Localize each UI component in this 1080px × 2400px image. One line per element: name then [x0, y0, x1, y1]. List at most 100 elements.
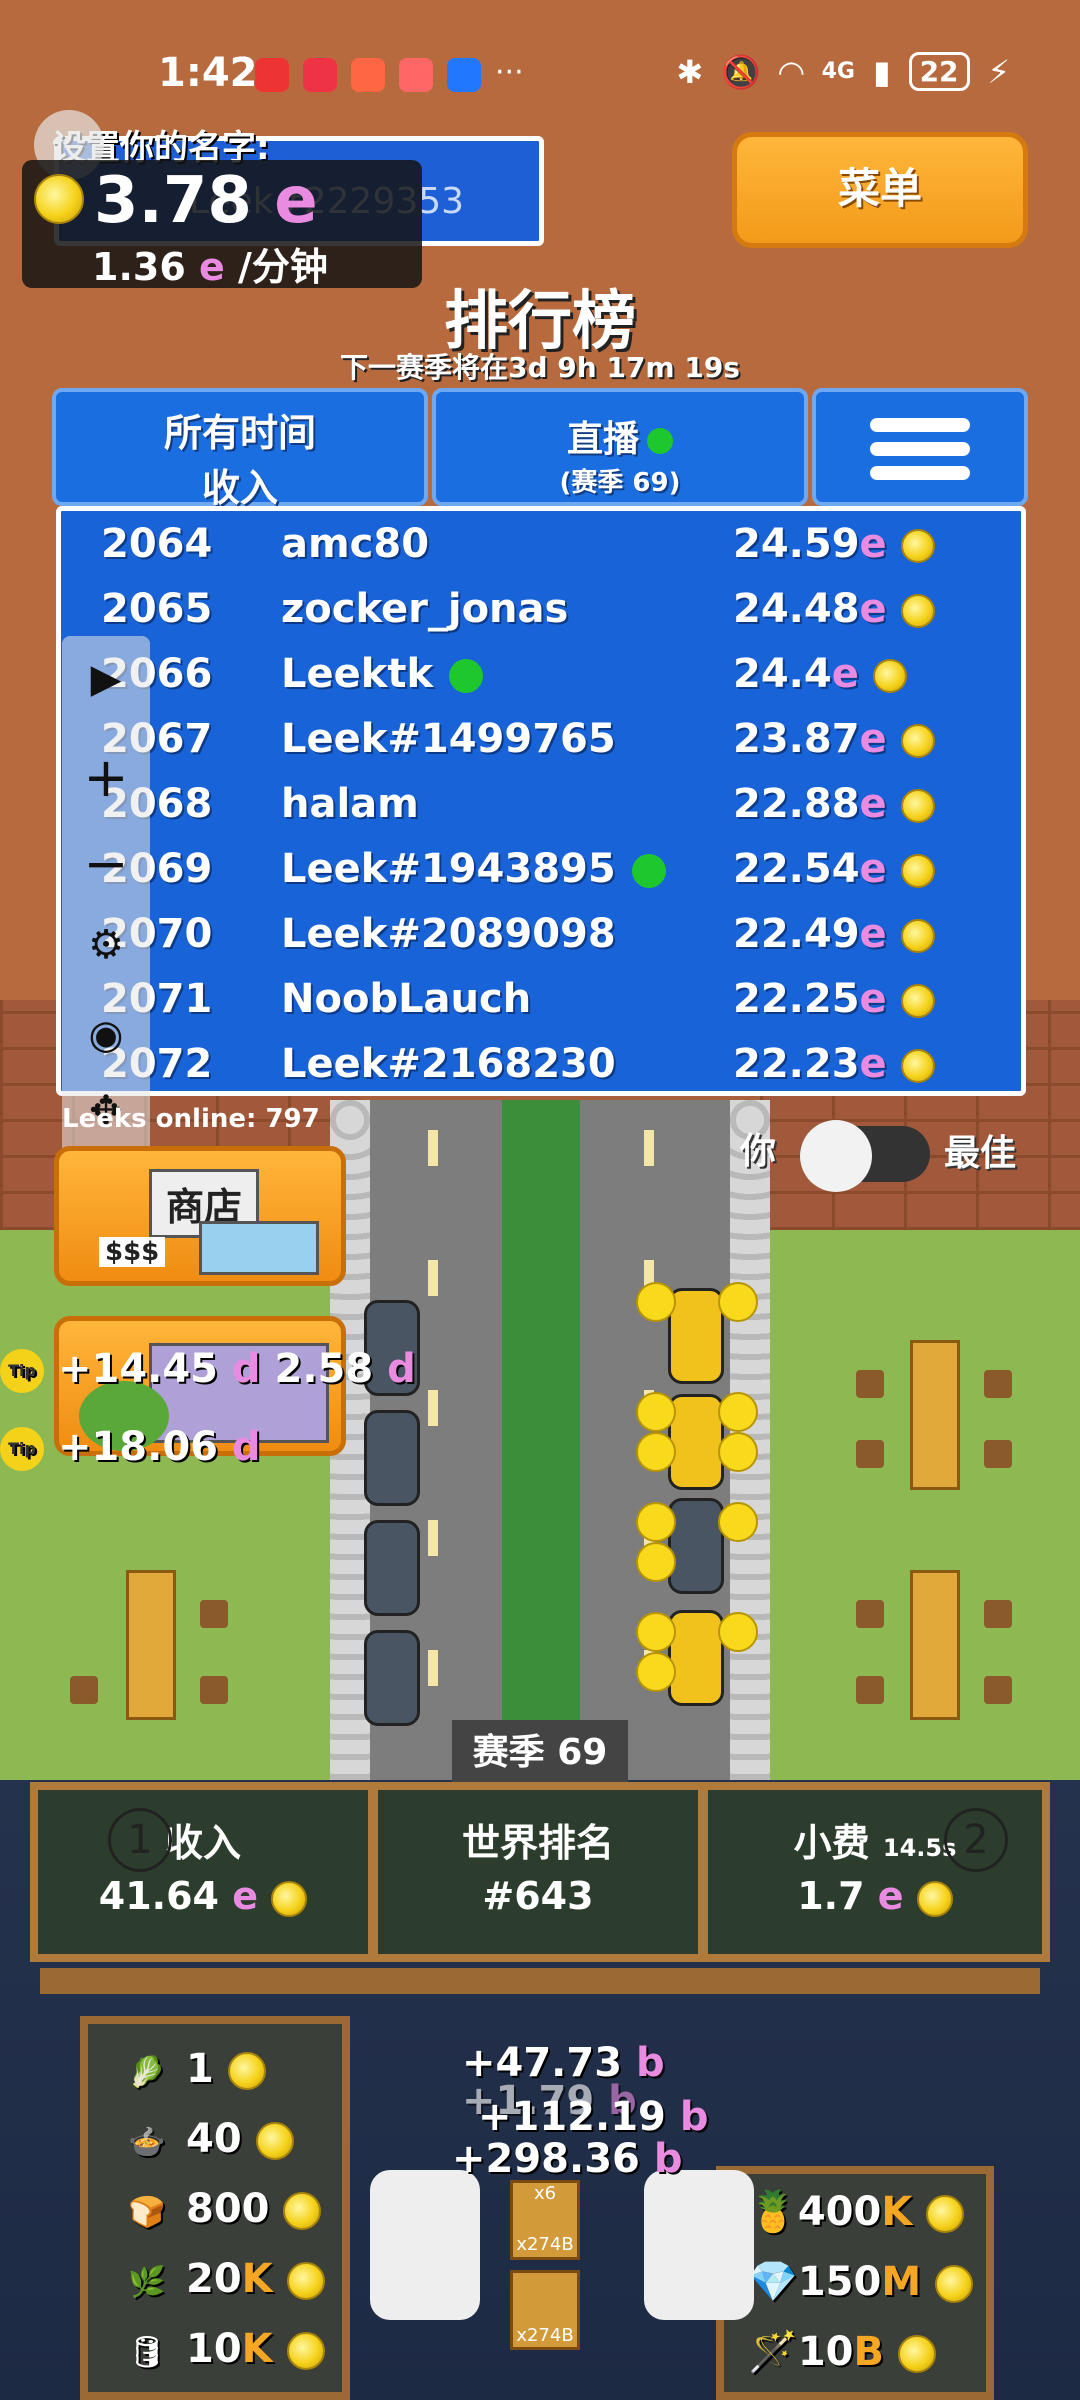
- signal-icon: ▮: [872, 52, 891, 91]
- shop-button[interactable]: 商店 $$$: [54, 1146, 346, 1286]
- upgrade-cost-suffix: K: [881, 2189, 913, 2235]
- customer-smiley-icon: [718, 1392, 758, 1432]
- leaderboard-row[interactable]: 2069 Leek#1943895 22.54e: [61, 846, 1021, 911]
- chair: [984, 1370, 1012, 1398]
- crosshair-2-icon[interactable]: 2: [944, 1808, 1008, 1872]
- tab-live-season[interactable]: 直播 (赛季 69): [432, 388, 808, 506]
- upgrade-cost: 10: [797, 2329, 854, 2375]
- row-score: 22.88e: [733, 781, 935, 827]
- tab-line1: 所有时间: [163, 411, 316, 455]
- stat-tips-value: 1.7: [797, 1874, 865, 1918]
- upgrade-item[interactable]: 🍲 40: [128, 2116, 294, 2162]
- zoom-in-icon[interactable]: +: [80, 746, 132, 809]
- right-upgrade-list[interactable]: 🍍400K 💎150M 🪄10B: [716, 2166, 994, 2400]
- upgrade-item[interactable]: 🌿 20K: [128, 2256, 325, 2302]
- chair: [856, 1440, 884, 1468]
- tab-all-time-income[interactable]: 所有时间 收入: [52, 388, 428, 510]
- currency-unit: e: [274, 164, 318, 238]
- tab-options[interactable]: [812, 388, 1028, 506]
- hide-eye-icon[interactable]: ◉: [80, 1012, 132, 1058]
- row-score: 22.54e: [733, 846, 935, 892]
- row-score-value: 24.48: [733, 586, 860, 632]
- upgrade-cost: 400: [797, 2189, 882, 2235]
- settings-gear-icon[interactable]: ⚙: [80, 922, 132, 968]
- view-toggle[interactable]: [800, 1120, 930, 1192]
- income-gain: +112.19 b: [478, 2094, 708, 2140]
- tip-amount: +18.06: [57, 1424, 218, 1470]
- leaderboard-row[interactable]: 2071 NoobLauch 22.25e: [61, 976, 1021, 1041]
- zoom-out-icon[interactable]: −: [80, 832, 132, 895]
- upgrade-cost: 40: [186, 2116, 242, 2162]
- upgrade-cost-suffix: B: [853, 2329, 884, 2375]
- play-icon[interactable]: ▶: [80, 656, 132, 702]
- lane-mark: [428, 1260, 438, 1296]
- row-score-value: 22.88: [733, 781, 860, 827]
- upgrade-item[interactable]: 💎150M: [748, 2258, 974, 2305]
- row-player-name: NoobLauch: [281, 976, 531, 1022]
- upgrade-item[interactable]: 🍍400K: [748, 2188, 965, 2235]
- income-gain-unit: b: [653, 2136, 683, 2182]
- battery-level: 22: [908, 52, 970, 91]
- leaderboard-row[interactable]: 2065 zocker_jonas 24.48e: [61, 586, 1021, 651]
- stat-tips-label: 小费: [793, 1821, 870, 1865]
- tip-unit: d: [231, 1424, 261, 1470]
- car: [364, 1410, 420, 1506]
- tab-line1: 直播: [436, 410, 804, 462]
- row-score-value: 22.25: [733, 976, 860, 1022]
- row-player-name: amc80: [281, 521, 429, 567]
- row-score: 23.87e: [733, 716, 935, 762]
- row-player-name: Leek#2168230: [281, 1041, 616, 1087]
- chair: [856, 1370, 884, 1398]
- coin-icon: [900, 789, 935, 823]
- menu-button[interactable]: 菜单: [732, 132, 1028, 248]
- upgrade-item[interactable]: 🥬 1: [128, 2046, 266, 2092]
- crate[interactable]: x6 x274B: [510, 2180, 580, 2260]
- more-notifications: ···: [495, 55, 524, 90]
- income-gain-unit: b: [679, 2094, 709, 2140]
- coin-icon: [900, 594, 935, 628]
- row-score: 24.48e: [733, 586, 935, 632]
- stat-tips-display: 1.7 e: [708, 1874, 1042, 1918]
- crosshair-1-icon[interactable]: 1: [108, 1808, 172, 1872]
- row-score-unit: e: [859, 521, 887, 567]
- customer-smiley-icon: [718, 1432, 758, 1472]
- car: [668, 1498, 724, 1594]
- leaderboard-list[interactable]: 2064 amc80 24.59e 2065 zocker_jonas 24.48e 2…: [56, 506, 1026, 1096]
- row-player-name-text: Leek#1499765: [281, 716, 616, 762]
- income-gain-value: +298.36: [452, 2136, 640, 2182]
- upgrade-item[interactable]: 🛢 10K: [128, 2326, 325, 2372]
- upgrade-cost-suffix: K: [241, 2256, 273, 2302]
- leaderboard-row[interactable]: 2064 amc80 24.59e: [61, 521, 1021, 586]
- left-upgrade-list[interactable]: 🥬 1 🍲 40 🍞 800 🌿 20K 🛢 10K: [80, 2016, 350, 2400]
- row-score: 22.23e: [733, 1041, 935, 1087]
- row-player-name: Leek#2089098: [281, 911, 616, 957]
- leaderboard-row[interactable]: 2066 Leektk 24.4e: [61, 651, 1021, 716]
- upgrade-item[interactable]: 🍞 800: [128, 2186, 322, 2232]
- income-gain-unit: b: [635, 2040, 665, 2086]
- mute-icon: 🔕: [721, 52, 761, 91]
- restaurant-table: [910, 1340, 960, 1490]
- leaderboard-row[interactable]: 2068 halam 22.88e: [61, 781, 1021, 846]
- row-player-name: Leek#1943895: [281, 846, 666, 892]
- leaderboard-row[interactable]: 2072 Leek#2168230 22.23e: [61, 1041, 1021, 1091]
- currency-panel: 3.78 e 1.36 e /分钟: [22, 160, 422, 289]
- chair: [984, 1676, 1012, 1704]
- pot-icon: 🍲: [128, 2125, 166, 2160]
- stat-income: 收入 41.64 e: [38, 1790, 368, 1954]
- tip-unit: d: [231, 1346, 261, 1392]
- upgrade-item[interactable]: 🪄10B: [748, 2328, 936, 2375]
- customer-smiley-icon: [636, 1542, 676, 1582]
- stat-income-value: 41.64: [98, 1874, 219, 1918]
- leaderboard-row[interactable]: 2067 Leek#1499765 23.87e: [61, 716, 1021, 781]
- crate[interactable]: x274B: [510, 2270, 580, 2350]
- toggle-knob[interactable]: [800, 1120, 872, 1192]
- car: [364, 1630, 420, 1726]
- leek-stalk-icon: 🌿: [128, 2265, 166, 2300]
- live-dot-icon: [647, 428, 673, 454]
- chef-rabbit-left-icon: [370, 2170, 480, 2320]
- wifi-icon: ◠: [778, 52, 804, 91]
- coin-icon: [271, 1880, 308, 1917]
- row-player-name: Leek#1499765: [281, 716, 616, 762]
- leaderboard-row[interactable]: 2070 Leek#2089098 22.49e: [61, 911, 1021, 976]
- restaurant-table: [910, 1570, 960, 1720]
